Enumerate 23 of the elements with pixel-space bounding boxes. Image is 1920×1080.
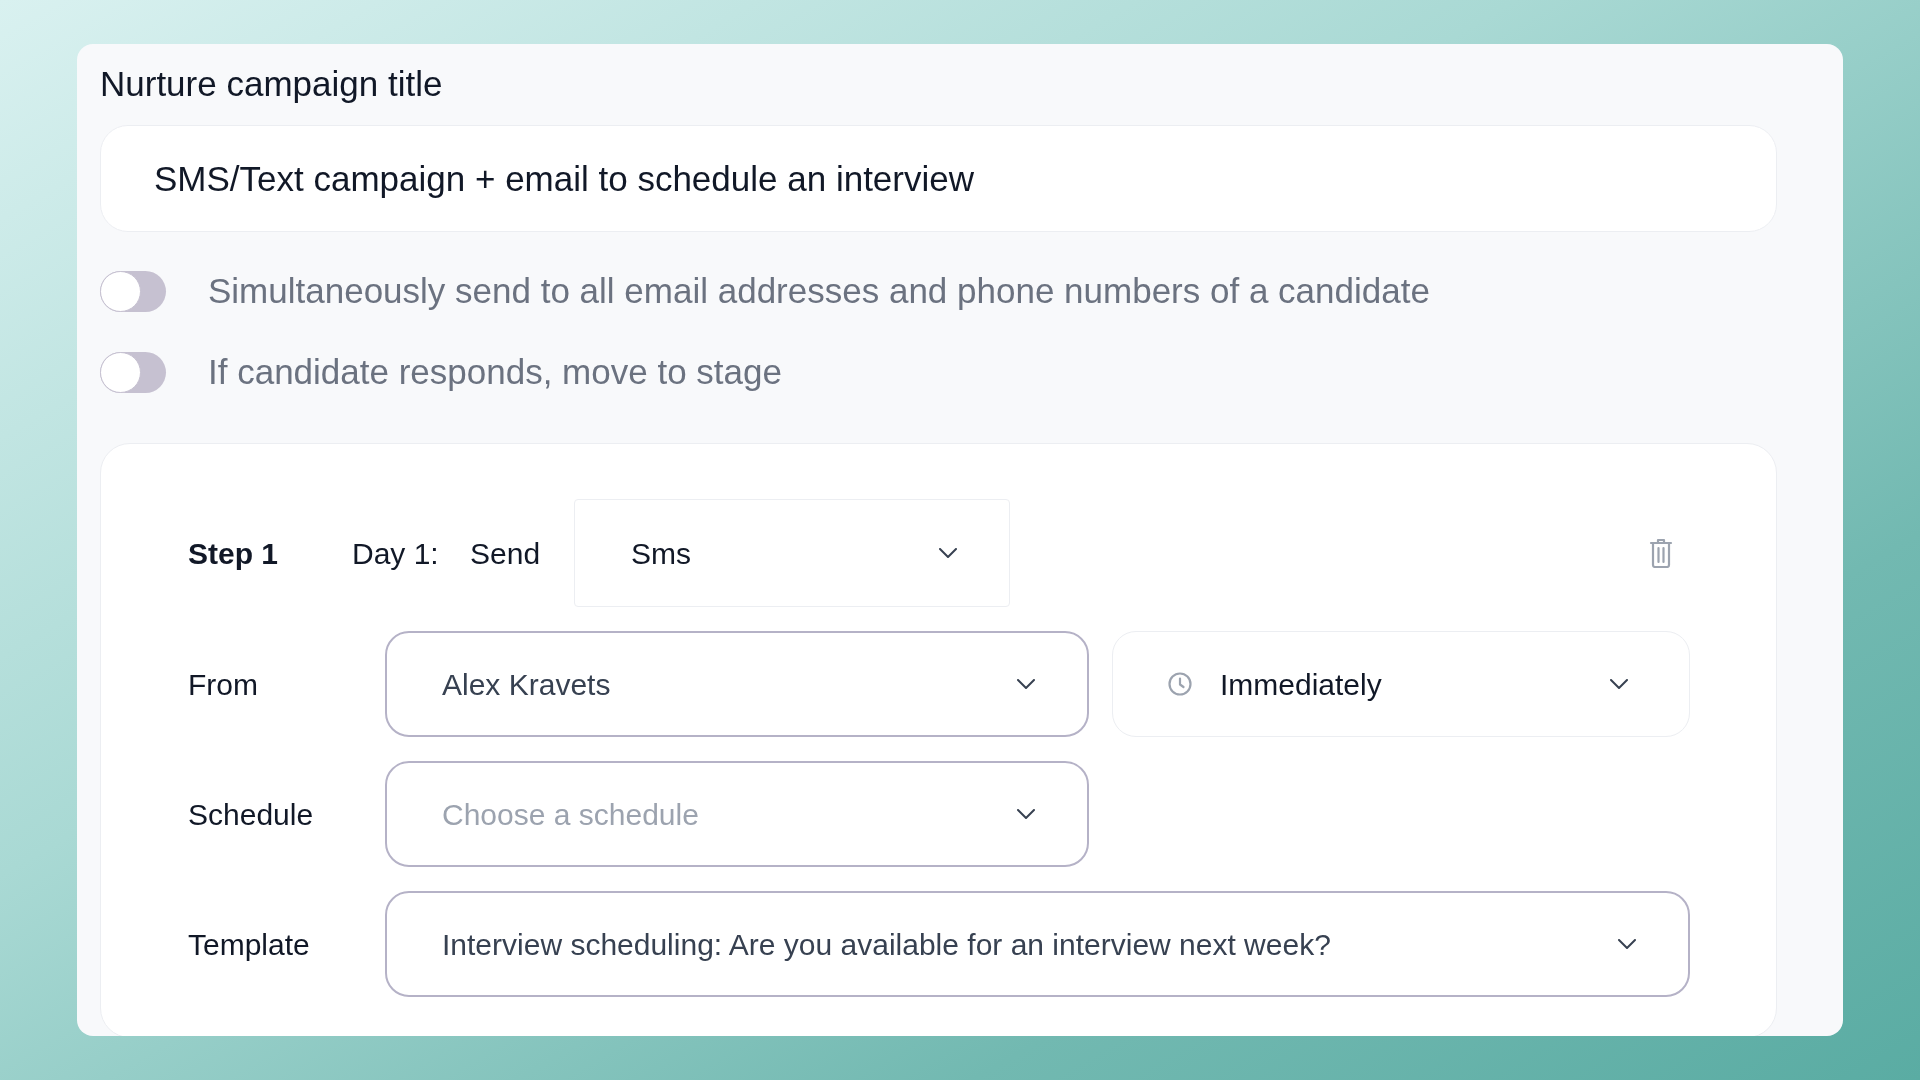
clock-icon	[1168, 672, 1192, 696]
field-label: Schedule	[188, 796, 315, 833]
chevron-icon	[939, 548, 957, 558]
dropdown-select[interactable]: Alex Kravets	[385, 631, 1089, 737]
dropdown-select[interactable]: Interview scheduling: Are you available for an interview next week?	[385, 891, 1690, 997]
field-label: Template	[188, 926, 311, 963]
trash-icon[interactable]	[1649, 538, 1673, 568]
dropdown-select[interactable]: Immediately	[1112, 631, 1690, 737]
dropdown-select[interactable]: Sms	[574, 499, 1010, 607]
title-input[interactable]: SMS/Text campaign + email to schedule an interview	[100, 125, 1777, 232]
field-label: From	[188, 666, 259, 703]
chevron-icon	[1610, 679, 1628, 689]
toggle-switch[interactable]	[100, 271, 166, 312]
step-label: Step 1	[188, 535, 280, 572]
form-title: Nurture campaign title	[100, 63, 443, 105]
day-label: Day 1:	[352, 535, 440, 572]
toggle-switch[interactable]	[100, 352, 166, 393]
chevron-icon	[1017, 679, 1035, 689]
action-label: Send	[470, 535, 542, 572]
toggle-label: Simultaneously send to all email addresses and phone numbers of a candidate	[208, 270, 1430, 313]
chevron-icon	[1618, 939, 1636, 949]
chevron-icon	[1017, 809, 1035, 819]
toggle-label: If candidate responds, move to stage	[208, 351, 782, 394]
